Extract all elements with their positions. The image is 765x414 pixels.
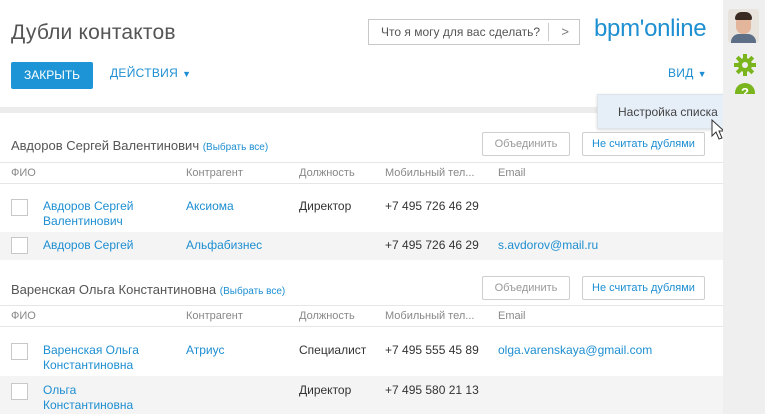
email-link[interactable]: olga.varenskaya@gmail.com [498, 343, 652, 358]
contact-name-link[interactable]: Авдоров Сергей Валентинович [43, 199, 163, 229]
position-cell: Директор [299, 383, 352, 397]
actions-label: ДЕЙСТВИЯ [110, 66, 179, 80]
column-header-mobile[interactable]: Мобильный тел... [385, 167, 474, 179]
table-row[interactable]: Ольга Константиновна Директор +7 495 580… [0, 376, 723, 414]
table-row[interactable]: Авдоров Сергей Валентинович Аксиома Дире… [0, 192, 723, 232]
command-line-divider [548, 23, 549, 41]
group-name: Авдоров Сергей Валентинович [11, 138, 200, 153]
page-title: Дубли контактов [11, 21, 176, 44]
position-cell: Директор [299, 199, 352, 213]
not-duplicates-button[interactable]: Не считать дублями [582, 132, 705, 156]
column-header-fio[interactable]: ФИО [11, 167, 36, 179]
column-header-position[interactable]: Должность [299, 310, 355, 322]
user-avatar[interactable] [728, 9, 759, 43]
mobile-cell: +7 495 580 21 13 [385, 383, 479, 397]
avatar-shirt [731, 34, 756, 43]
row-checkbox[interactable] [11, 383, 28, 400]
gear-icon[interactable] [733, 53, 757, 77]
select-all-link[interactable]: (Выбрать все) [203, 142, 268, 153]
column-header-mobile[interactable]: Мобильный тел... [385, 310, 474, 322]
chevron-right-icon[interactable]: > [561, 20, 569, 44]
group-title: Авдоров Сергей Валентинович (Выбрать все… [11, 138, 268, 153]
column-header-email[interactable]: Email [498, 167, 526, 179]
mouse-pointer-icon [711, 119, 723, 140]
group-title: Варенская Ольга Константиновна (Выбрать … [11, 282, 285, 297]
mobile-cell: +7 495 726 46 29 [385, 238, 479, 252]
avatar-hair [735, 12, 752, 20]
row-checkbox[interactable] [11, 343, 28, 360]
account-link[interactable]: Атриус [186, 343, 224, 358]
table-header: ФИО Контрагент Должность Мобильный тел..… [0, 162, 723, 184]
brand-logo: bpm'online [594, 15, 707, 42]
group-name: Варенская Ольга Константиновна [11, 282, 217, 297]
main-panel: Дубли контактов Что я могу для вас сдела… [0, 0, 723, 414]
command-line-input[interactable]: Что я могу для вас сделать? > [368, 19, 580, 45]
contact-name-link[interactable]: Ольга Константиновна [43, 383, 143, 413]
email-link[interactable]: s.avdorov@mail.ru [498, 238, 598, 253]
not-duplicates-button[interactable]: Не считать дублями [582, 276, 705, 300]
actions-menu-button[interactable]: ДЕЙСТВИЯ ▼ [110, 66, 191, 80]
right-sidebar: ? [723, 0, 765, 414]
command-line-placeholder: Что я могу для вас сделать? [381, 25, 541, 39]
help-icon-container: ? [723, 83, 765, 94]
table-row[interactable]: Варенская Ольга Константиновна Атриус Сп… [0, 336, 723, 376]
mobile-cell: +7 495 555 45 89 [385, 343, 479, 357]
view-label: ВИД [668, 66, 694, 80]
merge-button[interactable]: Объединить [482, 276, 570, 300]
column-header-account[interactable]: Контрагент [186, 310, 243, 322]
column-header-position[interactable]: Должность [299, 167, 355, 179]
table-header: ФИО Контрагент Должность Мобильный тел..… [0, 305, 723, 327]
caret-down-icon: ▼ [697, 69, 707, 79]
help-icon[interactable]: ? [735, 83, 755, 94]
column-header-fio[interactable]: ФИО [11, 310, 36, 322]
contact-name-link[interactable]: Авдоров Сергей [43, 238, 163, 253]
column-header-email[interactable]: Email [498, 310, 526, 322]
close-button[interactable]: ЗАКРЫТЬ [11, 62, 93, 89]
mobile-cell: +7 495 726 46 29 [385, 199, 479, 213]
row-checkbox[interactable] [11, 199, 28, 216]
caret-down-icon: ▼ [182, 69, 192, 79]
contact-name-link[interactable]: Варенская Ольга Константиновна [43, 343, 163, 373]
view-menu-item-list-settings[interactable]: Настройка списка [597, 94, 723, 129]
view-menu-button[interactable]: ВИД ▼ [668, 66, 707, 80]
table-row[interactable]: Авдоров Сергей Альфабизнес +7 495 726 46… [0, 232, 723, 260]
select-all-link[interactable]: (Выбрать все) [220, 286, 285, 297]
account-link[interactable]: Аксиома [186, 199, 234, 214]
row-checkbox[interactable] [11, 237, 28, 254]
position-cell: Специалист [299, 343, 367, 357]
merge-button[interactable]: Объединить [482, 132, 570, 156]
column-header-account[interactable]: Контрагент [186, 167, 243, 179]
account-link[interactable]: Альфабизнес [186, 238, 262, 253]
